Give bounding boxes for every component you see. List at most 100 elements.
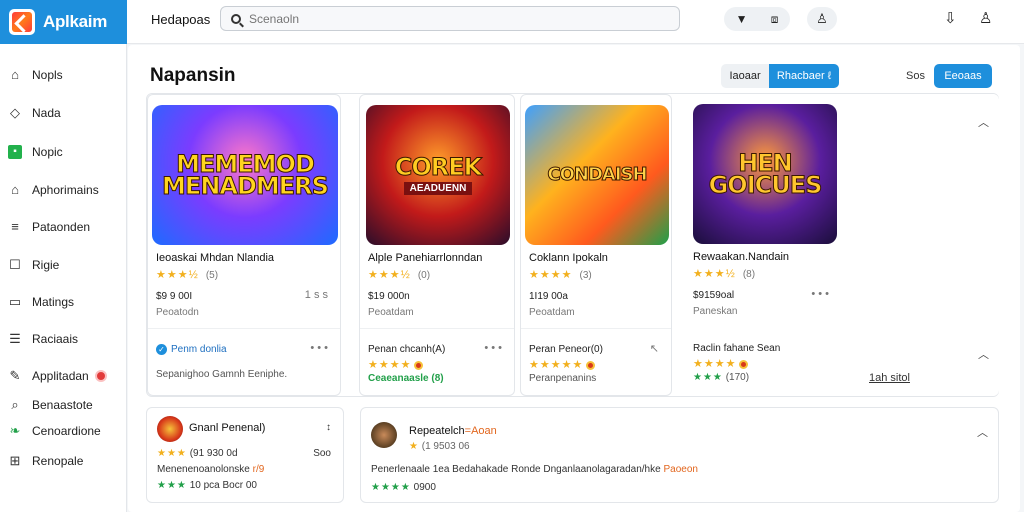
review-text: Sepanighoo Gamnh Eeniphe. [156, 369, 288, 380]
star-rating-icon: ★★★★ [693, 358, 737, 370]
sidebar-item-label: Rigie [32, 258, 60, 272]
topbar-title: Hedapoas [151, 12, 211, 27]
star-rating-icon: ★★★ [157, 448, 187, 459]
game-card[interactable]: CONDAISH Coklann Ipokaln ★★★★ (3) 1I19 0… [520, 94, 672, 396]
divider [360, 328, 514, 329]
game-cover-image[interactable]: HEN GOICUES [693, 104, 837, 244]
sidebar-item-nada[interactable]: ◇ Nada [8, 102, 123, 124]
review-card[interactable]: Repeatelch=Aoan ★ (1 9503 06 ︿ Penerlena… [360, 407, 999, 503]
cover-title: COREK [394, 152, 482, 181]
sidebar-item-label: Aphorimains [32, 183, 99, 197]
game-cover-image[interactable]: MEMEMOD MENADMERS [152, 105, 338, 245]
sort-icon[interactable]: ↕ [326, 422, 331, 433]
top-bar: Hedapoas ▼ ⧈ ♙ ⇩ ♙ [127, 0, 1024, 44]
rating-count: (0) [417, 270, 431, 281]
game-card[interactable]: HEN GOICUES Rewaakan.Nandain ★★★½ (8) $9… [685, 94, 999, 396]
detail-link[interactable]: 1ah sitol [869, 372, 910, 384]
game-card[interactable]: MEMEMOD MENADMERS Ieoaskai Mhdan Nlandia… [147, 94, 341, 396]
game-publisher: Paneskan [693, 306, 738, 317]
see-more-link[interactable]: Soo [313, 448, 331, 459]
collapse-chevron-icon[interactable]: ︿ [977, 424, 988, 440]
sidebar-item-label: Matings [32, 295, 75, 309]
more-info[interactable]: 1 s s [305, 289, 328, 301]
sidebar-item-raciaais[interactable]: ☰ Raciaais [8, 328, 123, 350]
review-text: ★★★ (170) [693, 372, 750, 383]
review-title: Penan chcanh(A) [368, 344, 446, 355]
more-options-icon[interactable]: • • • [484, 342, 502, 354]
review-meta: ★★★ 10 pca Bocr 00 [157, 480, 257, 491]
game-price: 1I19 00a [529, 291, 568, 302]
sidebar-item-cenoardione[interactable]: ❧ Cenoardione [8, 420, 123, 442]
star-rating-icon: ★★★½ [156, 269, 199, 281]
game-title[interactable]: Coklann Ipokaln [529, 252, 608, 264]
game-title[interactable]: Rewaakan.Nandain [693, 251, 789, 263]
more-options-icon[interactable]: • • • [811, 288, 829, 300]
app-logo[interactable]: Aplkaim [0, 0, 127, 44]
more-options-icon[interactable]: • • • [310, 342, 328, 354]
star-rating-icon: ★★★½ [368, 269, 411, 281]
cover-title: HEN GOICUES [708, 149, 823, 199]
verified-icon: ✓ [156, 344, 167, 355]
toggle-option[interactable]: Iaoaar [721, 64, 769, 88]
game-title[interactable]: Ieoaskai Mhdan Nlandia [156, 252, 274, 264]
view-toggle: Iaoaar Rhacbaer ℓ [721, 64, 839, 88]
game-rating: ★★★½ (8) [693, 267, 755, 280]
bag-icon: ⌂ [11, 182, 19, 197]
review-text: Menenenoanolonske r/9 [157, 464, 265, 475]
screen-icon[interactable]: ⧈ [771, 12, 779, 27]
sidebar-item-matings[interactable]: ▭ Matings [8, 291, 123, 313]
collapse-chevron-icon[interactable]: ︿ [978, 114, 989, 130]
cover-title: MEMEMOD MENADMERS [162, 150, 330, 200]
search-input[interactable] [249, 11, 649, 26]
review-rating: ★ (1 9503 06 [409, 441, 470, 452]
review-card[interactable]: Gnanl Penenal) ↕ ★★★ (91 930 0d Soo Mene… [146, 407, 344, 503]
search-icon: ⌕ [11, 397, 19, 412]
toggle-option-active[interactable]: Rhacbaer ℓ [769, 64, 839, 88]
featured-panel: MEMEMOD MENADMERS Ieoaskai Mhdan Nlandia… [146, 93, 999, 397]
game-cover-image[interactable]: CONDAISH [525, 105, 669, 245]
logo-icon [9, 9, 35, 35]
account-icon[interactable]: ♙ [979, 9, 992, 27]
page-title: Napansin [150, 65, 236, 86]
active-square-icon: ▪ [8, 145, 22, 159]
review-card-title: Gnanl Penenal) [189, 422, 266, 434]
game-rating: ★★★½ (0) [368, 268, 430, 281]
review-text: Peranpenanins [529, 373, 597, 384]
star-rating-icon: ★★★ [157, 480, 187, 491]
sidebar-item-applitadan[interactable]: ✎ Applitadan [8, 365, 123, 387]
app-root: Aplkaim ⌂ Nopls ◇ Nada ▪ Nopic ⌂ Aphorim… [0, 0, 1024, 512]
game-publisher: Peoatdam [529, 307, 575, 318]
sidebar-item-nopic[interactable]: ▪ Nopic [8, 141, 123, 163]
coin-icon [586, 360, 596, 370]
rating-count: (3) [579, 270, 592, 281]
sidebar-item-label: Applitadan [32, 369, 89, 383]
sidebar-item-rigie[interactable]: ☐ Rigie [8, 254, 123, 276]
expand-icon[interactable]: ↖ [650, 342, 659, 355]
review-rating: ★★★★★ [529, 358, 596, 371]
game-cover-image[interactable]: COREK AEADUENN [366, 105, 510, 245]
game-title[interactable]: Alple Panehiarrlonndan [368, 252, 482, 264]
review-rating: ★★★★ [368, 358, 424, 371]
search-box[interactable] [220, 6, 680, 31]
filter-icon[interactable]: ▼ [736, 12, 748, 26]
gift-icon: ⊞ [9, 453, 21, 468]
box-icon: ☐ [9, 257, 21, 272]
game-card[interactable]: COREK AEADUENN Alple Panehiarrlonndan ★★… [359, 94, 515, 396]
star-rating-icon: ★★★½ [693, 268, 736, 280]
sidebar-item-nopls[interactable]: ⌂ Nopls [8, 64, 123, 86]
sidebar-item-pataonden[interactable]: ≡ Pataonden [8, 216, 123, 238]
sidebar-item-renopale[interactable]: ⊞ Renopale [8, 450, 123, 472]
sidebar-item-aphorimains[interactable]: ⌂ Aphorimains [8, 179, 123, 201]
collapse-chevron-icon[interactable]: ︿ [978, 346, 989, 362]
review-title: ✓ Penm donlia [156, 344, 227, 355]
leaf-icon: ❧ [9, 423, 21, 438]
notification-badge [94, 370, 107, 382]
sidebar-item-benaastote[interactable]: ⌕ Benaastote [8, 394, 123, 416]
sort-button[interactable]: Eeoaas [934, 64, 992, 88]
user-button[interactable]: ♙ [807, 7, 837, 31]
sidebar-item-label: Nopic [32, 145, 63, 159]
star-rating-icon: ★ [409, 441, 419, 452]
download-icon[interactable]: ⇩ [944, 9, 957, 27]
sidebar-item-label: Raciaais [32, 332, 79, 346]
rating-count: (8) [742, 269, 756, 280]
